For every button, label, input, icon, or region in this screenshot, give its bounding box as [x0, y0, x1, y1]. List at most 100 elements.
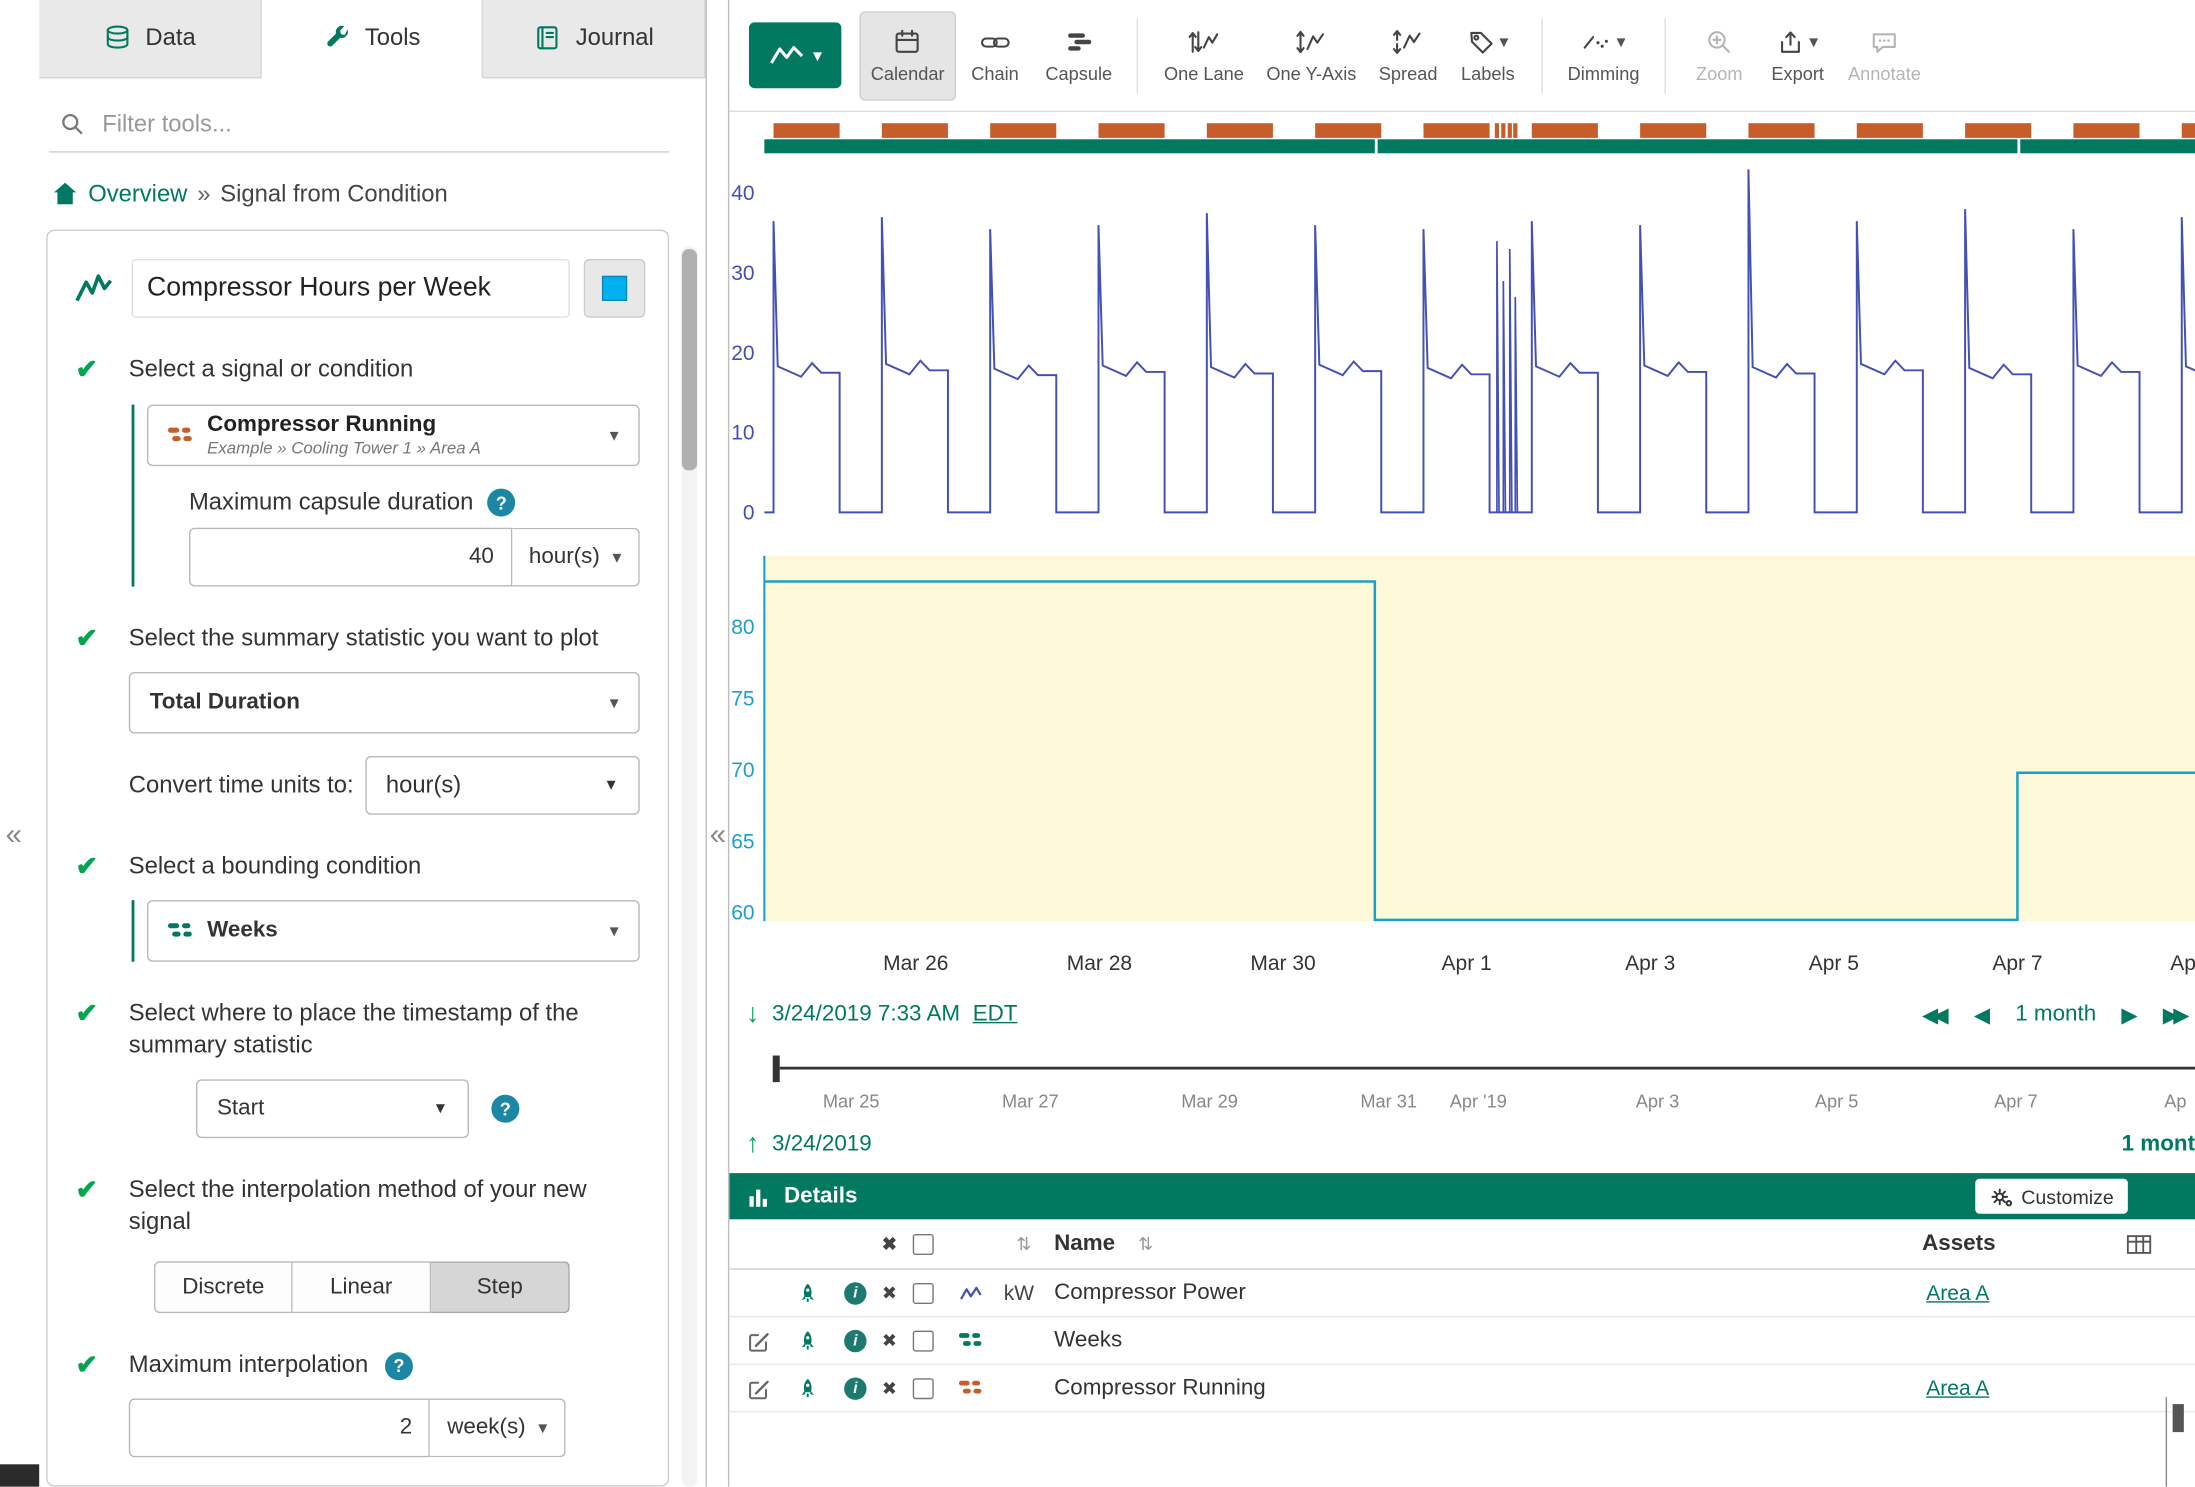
breadcrumb-overview-link[interactable]: Overview [88, 180, 187, 208]
item-name[interactable]: Weeks [1054, 1328, 1122, 1353]
details-header: Details Customize [729, 1173, 2195, 1219]
step-back-button[interactable]: ◀◀ [1922, 1002, 1949, 1027]
signal-type-icon [959, 1283, 983, 1303]
color-picker-button[interactable] [584, 258, 646, 317]
toolbar-button-labels[interactable]: ▾ Labels [1449, 10, 1527, 100]
item-name[interactable]: Compressor Power [1054, 1280, 1246, 1305]
check-icon: ✔ [70, 852, 129, 963]
interpolation-linear-button[interactable]: Linear [293, 1261, 432, 1313]
timeline-selected-range[interactable] [780, 1067, 2195, 1070]
chevron-down-icon: ▾ [813, 44, 822, 66]
condition-green-icon [168, 922, 193, 940]
sort-icon[interactable]: ⇅ [1016, 1233, 1031, 1255]
timeline-range-handle[interactable] [773, 1056, 780, 1083]
row-checkbox[interactable] [913, 1378, 934, 1399]
toolbar-button-spread[interactable]: Spread [1368, 10, 1449, 100]
interpolation-discrete-button[interactable]: Discrete [154, 1261, 293, 1313]
toolbar-button-one-y-axis[interactable]: One Y-Axis [1255, 10, 1367, 100]
x-tick-label: Mar 30 [1250, 952, 1315, 976]
pan-right-button[interactable]: ▶ [2121, 1002, 2137, 1027]
timezone-label[interactable]: EDT [973, 1002, 1018, 1027]
row-checkbox[interactable] [913, 1282, 934, 1303]
collapse-sidebar-handle[interactable]: « [710, 820, 726, 849]
capsule-icon [1063, 27, 1094, 55]
column-picker-icon[interactable] [2126, 1233, 2153, 1255]
remove-all-button[interactable]: ✖ [882, 1233, 897, 1255]
sort-icon[interactable]: ⇅ [1138, 1233, 1153, 1255]
step-timestamp: ✔ Select where to place the timestamp of… [70, 999, 645, 1139]
toolbar-button-label: Labels [1461, 62, 1515, 83]
item-info-button[interactable]: i [844, 1377, 866, 1399]
asset-swap-button[interactable] [797, 1329, 819, 1353]
duration-label[interactable]: 1 month [2015, 1002, 2096, 1027]
max-duration-unit-select[interactable]: hour(s) ▾ [512, 528, 640, 587]
tab-data[interactable]: Data [39, 0, 261, 76]
timestamp-select[interactable]: Start ▼ [196, 1080, 469, 1139]
sidebar-scrollbar-thumb[interactable] [682, 249, 697, 470]
trend-view-dropdown[interactable]: ▾ [749, 22, 841, 88]
trend-chart[interactable]: 0102030406065707580 [729, 112, 2195, 924]
edit-item-button[interactable] [746, 1376, 770, 1400]
signal-select[interactable]: Compressor Running Example » Cooling Tow… [147, 405, 640, 467]
remove-item-button[interactable]: ✖ [882, 1329, 897, 1351]
toolbar-button-calendar[interactable]: Calendar [860, 10, 956, 100]
investigate-duration[interactable]: 1 mont [2122, 1126, 2195, 1165]
collapse-left-handle[interactable]: « [6, 820, 22, 849]
filter-tools-input[interactable] [102, 110, 669, 138]
timeline-tick-label: Mar 29 [1181, 1091, 1238, 1112]
select-all-checkbox[interactable] [913, 1233, 934, 1254]
x-tick-label: Apr 3 [1625, 952, 1675, 976]
item-info-button[interactable]: i [844, 1329, 866, 1351]
details-table-header: ✖ ⇅ Name ⇅ Assets [729, 1219, 2195, 1269]
bounding-condition-select[interactable]: Weeks ▾ [147, 901, 640, 963]
toolbar-button-export[interactable]: ▾ Export [1758, 10, 1836, 100]
pan-left-button[interactable]: ◀ [1974, 1002, 1990, 1027]
tool-name-input[interactable] [132, 258, 570, 317]
customize-button[interactable]: Customize [1975, 1179, 2128, 1214]
toolbar-button-capsule[interactable]: Capsule [1034, 10, 1123, 100]
help-icon[interactable]: ? [487, 489, 515, 517]
svg-text:80: 80 [731, 616, 754, 639]
asset-swap-button[interactable] [797, 1281, 819, 1305]
interpolation-step-button[interactable]: Step [431, 1261, 570, 1313]
info-icon: i [844, 1282, 866, 1304]
remove-item-button[interactable]: ✖ [882, 1282, 897, 1304]
statistic-select[interactable]: Total Duration ▾ [129, 672, 640, 734]
tool-panel: ✔ Select a signal or condition Compresso… [46, 229, 669, 1487]
asset-link[interactable]: Area A [1926, 1376, 1989, 1400]
item-unit: kW [1004, 1281, 1034, 1305]
column-header-assets[interactable]: Assets [1922, 1231, 1995, 1256]
tab-tools[interactable]: Tools [261, 0, 483, 78]
max-interpolation-unit-select[interactable]: week(s) ▾ [430, 1399, 565, 1458]
item-info-button[interactable]: i [844, 1282, 866, 1304]
tab-journal[interactable]: Journal [483, 0, 705, 76]
help-icon[interactable]: ? [385, 1352, 413, 1380]
step-forward-button[interactable]: ▶▶ [2163, 1002, 2190, 1027]
toolbar-button-label: Calendar [871, 62, 945, 83]
asset-swap-button[interactable] [797, 1376, 819, 1400]
table-row-compressor-power[interactable]: i ✖ kW Compressor Power Area A [729, 1270, 2195, 1318]
asset-link[interactable]: Area A [1926, 1281, 1989, 1305]
help-icon[interactable]: ? [491, 1095, 519, 1123]
toolbar-button-label: Zoom [1696, 62, 1743, 83]
interpolation-button-group: Discrete Linear Step [154, 1261, 640, 1313]
max-interpolation-input[interactable] [129, 1399, 431, 1458]
max-duration-input[interactable] [189, 528, 512, 587]
column-header-name[interactable]: Name [1054, 1231, 1115, 1256]
item-name[interactable]: Compressor Running [1054, 1375, 1266, 1400]
toolbar-button-one-lane[interactable]: One Lane [1153, 10, 1255, 100]
investigate-start-text[interactable]: 3/24/2019 [772, 1133, 872, 1158]
convert-units-select[interactable]: hour(s) ▼ [365, 756, 640, 815]
toolbar-button-chain[interactable]: Chain [956, 10, 1034, 100]
details-scrollbar-thumb[interactable] [2173, 1404, 2184, 1432]
remove-item-button[interactable]: ✖ [882, 1377, 897, 1399]
display-start-text[interactable]: 3/24/2019 7:33 AM [772, 1002, 960, 1027]
table-row-weeks[interactable]: i ✖ Weeks [729, 1317, 2195, 1365]
row-checkbox[interactable] [913, 1330, 934, 1351]
table-row-compressor-running[interactable]: i ✖ Compressor Running Area A [729, 1365, 2195, 1413]
toolbar-button-dimming[interactable]: ▾ Dimming [1556, 10, 1650, 100]
wrench-icon [323, 24, 351, 52]
x-tick-label: Apr 5 [1809, 952, 1859, 976]
bounding-subsection: Weeks ▾ [132, 901, 640, 963]
edit-item-button[interactable] [746, 1329, 770, 1353]
